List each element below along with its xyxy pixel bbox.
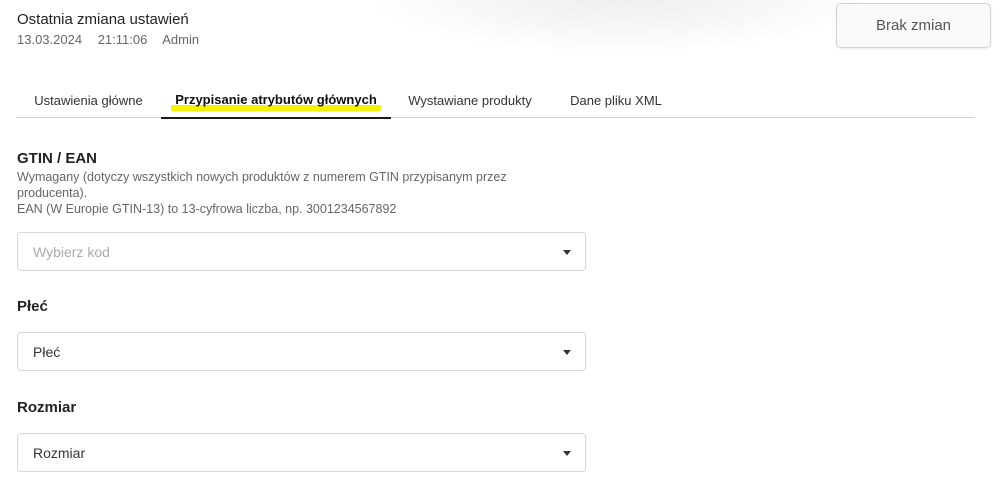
last-change-date: 13.03.2024 bbox=[17, 32, 83, 47]
last-change-title: Ostatnia zmiana ustawień bbox=[17, 11, 189, 28]
tab-listed-products[interactable]: Wystawiane produkty bbox=[396, 84, 544, 118]
gtin-description-line1: Wymagany (dotyczy wszystkich nowych prod… bbox=[17, 170, 507, 200]
tab-label: Dane pliku XML bbox=[570, 92, 662, 108]
tab-label: Ustawienia główne bbox=[34, 92, 143, 108]
tab-label: Wystawiane produkty bbox=[408, 92, 532, 108]
size-title: Rozmiar bbox=[17, 399, 77, 416]
tab-xml-data[interactable]: Dane pliku XML bbox=[556, 84, 676, 118]
tab-main-attributes[interactable]: Przypisanie atrybutów głównych bbox=[161, 84, 391, 119]
header-shadow bbox=[380, 0, 860, 50]
caret-down-icon bbox=[563, 249, 571, 255]
last-change-meta: 13.03.2024 21:11:06 Admin bbox=[17, 31, 211, 49]
tab-main-settings[interactable]: Ustawienia główne bbox=[16, 84, 161, 118]
last-change-info: Ostatnia zmiana ustawień 13.03.2024 21:1… bbox=[17, 10, 211, 49]
gender-select-value: Płeć bbox=[33, 343, 61, 360]
gtin-description: Wymagany (dotyczy wszystkich nowych prod… bbox=[17, 169, 577, 217]
tab-label-active: Przypisanie atrybutów głównych bbox=[171, 92, 381, 111]
caret-down-icon bbox=[563, 349, 571, 355]
size-select[interactable]: Rozmiar bbox=[17, 433, 586, 472]
gender-title: Płeć bbox=[17, 298, 48, 315]
save-status-button[interactable]: Brak zmian bbox=[836, 3, 991, 48]
gtin-title: GTIN / EAN bbox=[17, 150, 98, 167]
caret-down-icon bbox=[563, 450, 571, 456]
last-change-user: Admin bbox=[162, 32, 200, 47]
settings-tabs: Ustawienia główne Przypisanie atrybutów … bbox=[16, 84, 975, 119]
last-change-time: 21:11:06 bbox=[97, 32, 148, 47]
gtin-description-line2: EAN (W Europie GTIN-13) to 13-cyfrowa li… bbox=[17, 202, 397, 216]
gtin-select-placeholder: Wybierz kod bbox=[33, 243, 110, 260]
size-select-value: Rozmiar bbox=[33, 444, 86, 461]
gender-select[interactable]: Płeć bbox=[17, 332, 586, 371]
gtin-select[interactable]: Wybierz kod bbox=[17, 232, 586, 271]
